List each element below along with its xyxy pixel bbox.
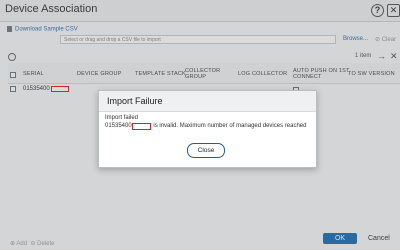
modal-header: Import Failure — [99, 91, 316, 112]
error-message: 01535400 is invalid. Maximum number of m… — [105, 123, 306, 130]
modal-close-button[interactable]: Close — [187, 143, 225, 158]
import-failure-modal: Import Failure Import failed 01535400 is… — [98, 90, 317, 168]
redacted-box — [131, 123, 151, 130]
modal-title: Import Failure — [107, 96, 163, 106]
error-suffix: is invalid. Maximum number of managed de… — [153, 123, 307, 129]
import-failed-text: Import failed — [105, 115, 139, 121]
error-serial: 01535400 — [105, 123, 132, 129]
